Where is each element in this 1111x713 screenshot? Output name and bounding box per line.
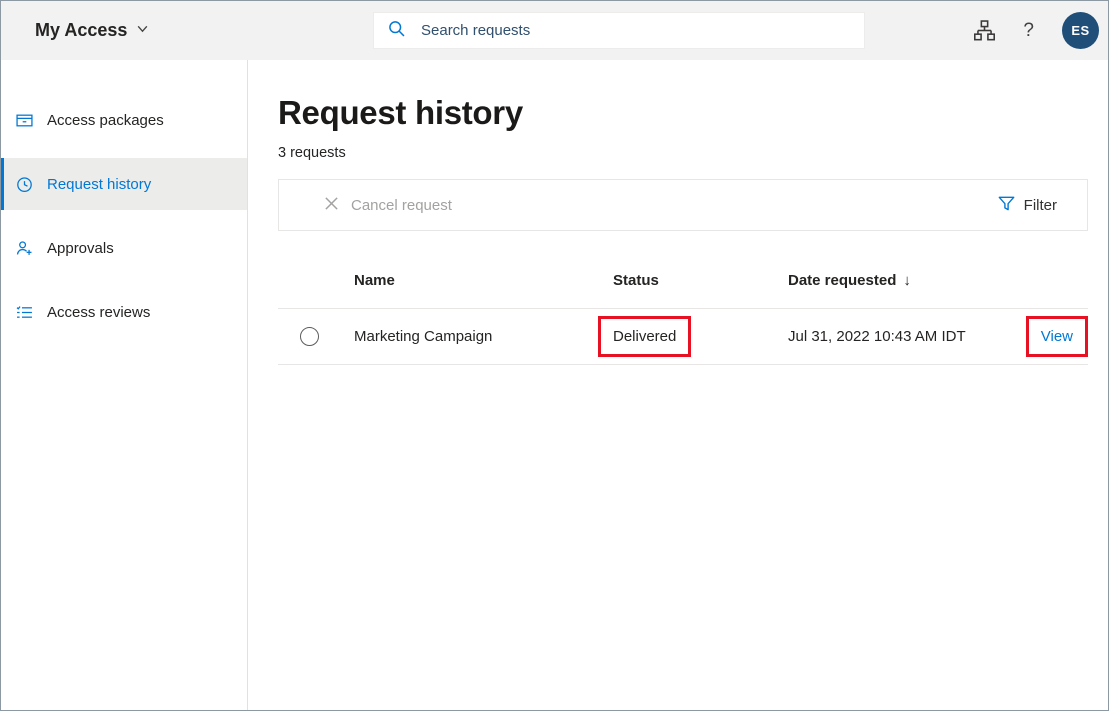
search-box [373, 12, 865, 49]
filter-icon [998, 195, 1015, 216]
column-header-name[interactable]: Name [354, 272, 598, 289]
command-bar: Cancel request Filter [278, 179, 1088, 231]
annotation-box-view: View [1026, 316, 1088, 357]
row-action-cell: View [1026, 316, 1088, 357]
access-packages-icon [16, 111, 34, 129]
sidebar: Access packages Request history [1, 60, 248, 710]
request-history-icon [16, 175, 34, 193]
row-radio-button[interactable] [300, 327, 319, 346]
status-value: Delivered [613, 328, 676, 345]
sidebar-item-approvals[interactable]: Approvals [1, 222, 247, 274]
sidebar-item-label: Request history [47, 176, 151, 193]
row-status-cell: Delivered [598, 316, 788, 357]
sidebar-item-request-history[interactable]: Request history [1, 158, 247, 210]
sidebar-item-label: Access reviews [47, 304, 150, 321]
search-icon [388, 20, 405, 42]
table-row[interactable]: Marketing Campaign Delivered Jul 31, 202… [278, 309, 1088, 365]
column-header-date[interactable]: Date requested ↓ [788, 272, 1010, 289]
row-select-cell [278, 327, 354, 346]
filter-label: Filter [1024, 197, 1057, 214]
view-link[interactable]: View [1041, 328, 1073, 345]
request-table: Name Status Date requested ↓ Marketing C… [278, 253, 1088, 365]
annotation-box-status: Delivered [598, 316, 691, 357]
sort-descending-icon: ↓ [903, 272, 911, 289]
access-reviews-icon [16, 303, 34, 321]
search-input[interactable] [419, 21, 864, 40]
row-name-cell: Marketing Campaign [354, 328, 598, 345]
org-chart-icon[interactable] [974, 20, 995, 41]
app-title: My Access [35, 20, 127, 41]
avatar[interactable]: ES [1062, 12, 1099, 49]
column-header-status[interactable]: Status [598, 272, 788, 289]
main-content: Request history 3 requests Cancel reques… [248, 60, 1108, 710]
top-bar: My Access [1, 1, 1108, 60]
approvals-icon [16, 239, 34, 257]
cancel-request-label: Cancel request [351, 197, 452, 214]
request-count: 3 requests [278, 145, 1088, 161]
topbar-actions: ? ES [974, 1, 1108, 60]
chevron-down-icon [136, 22, 149, 40]
page-title: Request history [278, 94, 1088, 132]
sidebar-item-access-packages[interactable]: Access packages [1, 94, 247, 146]
sidebar-item-access-reviews[interactable]: Access reviews [1, 286, 247, 338]
row-date-cell: Jul 31, 2022 10:43 AM IDT [788, 328, 1010, 345]
my-access-portal: My Access [0, 0, 1109, 711]
help-icon[interactable]: ? [1023, 20, 1034, 42]
table-header-row: Name Status Date requested ↓ [278, 253, 1088, 309]
filter-button[interactable]: Filter [998, 195, 1057, 216]
cancel-request-button[interactable]: Cancel request [324, 196, 452, 215]
app-title-menu[interactable]: My Access [35, 20, 149, 41]
sidebar-item-label: Access packages [47, 112, 164, 129]
close-icon [324, 196, 339, 215]
sidebar-item-label: Approvals [47, 240, 114, 257]
